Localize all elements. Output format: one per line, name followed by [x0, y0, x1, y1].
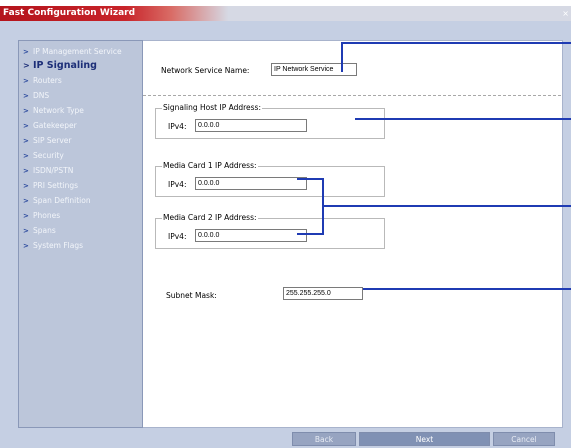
- chevron-right-icon: >: [23, 181, 29, 190]
- media-card-1-ipv4-label: IPv4:: [168, 180, 187, 189]
- chevron-right-icon: >: [23, 61, 30, 70]
- signaling-host-ipv4-label: IPv4:: [168, 122, 187, 131]
- callout-line-media-cards-out: [322, 205, 571, 207]
- wizard-sidebar: > IP Management Service > IP Signaling >…: [18, 40, 143, 428]
- signaling-host-legend: Signaling Host IP Address:: [162, 103, 262, 113]
- sidebar-item-ip-signaling[interactable]: > IP Signaling: [23, 58, 97, 73]
- sidebar-item-label: Gatekeeper: [33, 121, 77, 130]
- sidebar-item-label: PRI Settings: [33, 181, 79, 190]
- chevron-right-icon: >: [23, 106, 29, 115]
- sidebar-item-isdn-pstn[interactable]: > ISDN/PSTN: [23, 163, 73, 178]
- sidebar-item-routers[interactable]: > Routers: [23, 73, 62, 88]
- sidebar-item-label: Spans: [33, 226, 56, 235]
- chevron-right-icon: >: [23, 241, 29, 250]
- chevron-right-icon: >: [23, 136, 29, 145]
- back-button[interactable]: Back: [292, 432, 356, 446]
- callout-line-network-service: [341, 42, 343, 72]
- callout-line-network-service: [341, 42, 571, 44]
- next-button[interactable]: Next: [359, 432, 490, 446]
- sidebar-item-label: Network Type: [33, 106, 84, 115]
- cancel-button[interactable]: Cancel: [493, 432, 555, 446]
- signaling-host-group: Signaling Host IP Address: IPv4: 0.0.0.0: [155, 103, 385, 139]
- media-card-2-ipv4-field[interactable]: 0.0.0.0: [195, 229, 307, 242]
- callout-line-media-card-2: [297, 233, 324, 235]
- close-icon[interactable]: ×: [562, 6, 569, 21]
- media-card-2-ipv4-label: IPv4:: [168, 232, 187, 241]
- subnet-mask-field[interactable]: 255.255.255.0: [283, 287, 363, 300]
- sidebar-item-sip-server[interactable]: > SIP Server: [23, 133, 71, 148]
- chevron-right-icon: >: [23, 226, 29, 235]
- window-title: Fast Configuration Wizard: [3, 8, 136, 18]
- sidebar-item-phones[interactable]: > Phones: [23, 208, 60, 223]
- sidebar-item-label: System Flags: [33, 241, 84, 250]
- subnet-mask-label: Subnet Mask:: [166, 291, 217, 300]
- sidebar-item-label: IP Signaling: [33, 60, 97, 71]
- callout-line-subnet-mask: [363, 288, 571, 290]
- sidebar-item-gatekeeper[interactable]: > Gatekeeper: [23, 118, 77, 133]
- chevron-right-icon: >: [23, 211, 29, 220]
- chevron-right-icon: >: [23, 196, 29, 205]
- sidebar-item-span-definition[interactable]: > Span Definition: [23, 193, 91, 208]
- sidebar-item-dns[interactable]: > DNS: [23, 88, 49, 103]
- sidebar-item-label: SIP Server: [33, 136, 72, 145]
- section-divider: [143, 95, 561, 96]
- chevron-right-icon: >: [23, 47, 29, 56]
- network-service-name-field[interactable]: IP Network Service: [271, 63, 357, 76]
- callout-line-signaling-host: [355, 118, 571, 120]
- sidebar-item-ip-management-service[interactable]: > IP Management Service: [23, 44, 122, 59]
- sidebar-item-label: Span Definition: [33, 196, 91, 205]
- chevron-right-icon: >: [23, 121, 29, 130]
- media-card-1-legend: Media Card 1 IP Address:: [162, 161, 258, 171]
- chevron-right-icon: >: [23, 151, 29, 160]
- sidebar-item-spans[interactable]: > Spans: [23, 223, 56, 238]
- sidebar-item-pri-settings[interactable]: > PRI Settings: [23, 178, 78, 193]
- sidebar-item-label: Security: [33, 151, 64, 160]
- sidebar-item-label: Phones: [33, 211, 61, 220]
- ip-signaling-panel: Network Service Name: IP Network Service…: [143, 40, 563, 428]
- chevron-right-icon: >: [23, 91, 29, 100]
- sidebar-item-system-flags[interactable]: > System Flags: [23, 238, 83, 253]
- media-card-2-legend: Media Card 2 IP Address:: [162, 213, 258, 223]
- media-card-2-group: Media Card 2 IP Address: IPv4: 0.0.0.0: [155, 213, 385, 249]
- sidebar-item-label: ISDN/PSTN: [33, 166, 74, 175]
- callout-line-media-card-1: [297, 178, 324, 180]
- sidebar-item-label: DNS: [33, 91, 50, 100]
- sidebar-item-security[interactable]: > Security: [23, 148, 64, 163]
- chevron-right-icon: >: [23, 166, 29, 175]
- sidebar-item-network-type[interactable]: > Network Type: [23, 103, 84, 118]
- signaling-host-ipv4-field[interactable]: 0.0.0.0: [195, 119, 307, 132]
- network-service-name-label: Network Service Name:: [161, 66, 250, 75]
- media-card-1-group: Media Card 1 IP Address: IPv4: 0.0.0.0: [155, 161, 385, 197]
- window-title-bar: Fast Configuration Wizard ×: [0, 6, 571, 21]
- media-card-1-ipv4-field[interactable]: 0.0.0.0: [195, 177, 307, 190]
- sidebar-item-label: Routers: [33, 76, 62, 85]
- sidebar-item-label: IP Management Service: [33, 47, 122, 56]
- chevron-right-icon: >: [23, 76, 29, 85]
